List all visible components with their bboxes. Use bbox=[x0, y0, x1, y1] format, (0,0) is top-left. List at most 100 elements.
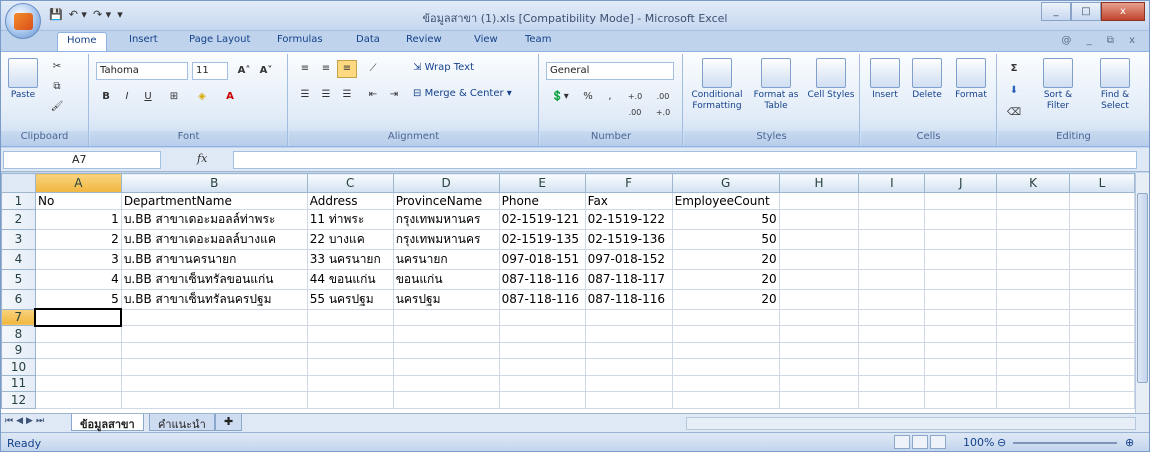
cell-g5[interactable]: 20 bbox=[671, 268, 780, 290]
column-header-a[interactable]: A bbox=[34, 173, 122, 193]
cell-k8[interactable] bbox=[996, 325, 1071, 343]
cell-c6[interactable]: 55 นครปฐม bbox=[306, 288, 394, 310]
cell-c7[interactable] bbox=[306, 308, 394, 326]
zoom-out-icon[interactable]: ⊖ bbox=[997, 436, 1006, 449]
cell-i12[interactable] bbox=[858, 391, 926, 409]
tab-home[interactable]: Home bbox=[57, 32, 107, 52]
cell-e4[interactable]: 097-018-151 bbox=[498, 248, 586, 270]
cell-f9[interactable] bbox=[584, 341, 673, 359]
cell-j11[interactable] bbox=[924, 374, 998, 392]
cell-k10[interactable] bbox=[996, 358, 1071, 376]
cell-d3[interactable]: กรุงเทพมหานคร bbox=[392, 228, 500, 250]
page-break-view-icon[interactable] bbox=[930, 435, 946, 449]
column-header-f[interactable]: F bbox=[584, 173, 673, 193]
cell-k7[interactable] bbox=[996, 308, 1071, 326]
cell-i5[interactable] bbox=[858, 268, 926, 290]
cell-a3[interactable]: 2 bbox=[34, 228, 122, 250]
cell-e5[interactable]: 087-118-116 bbox=[498, 268, 586, 290]
cell-e2[interactable]: 02-1519-121 bbox=[498, 208, 586, 230]
cell-h10[interactable] bbox=[778, 358, 860, 376]
cell-k11[interactable] bbox=[996, 374, 1071, 392]
orientation-icon[interactable]: ⟋ bbox=[363, 60, 383, 78]
cell-k6[interactable] bbox=[996, 288, 1071, 310]
cell-l10[interactable] bbox=[1069, 358, 1135, 376]
format-as-table-button[interactable]: Format as Table bbox=[748, 58, 804, 112]
cell-l3[interactable] bbox=[1069, 228, 1135, 250]
cell-f7[interactable] bbox=[584, 308, 673, 326]
cell-l5[interactable] bbox=[1069, 268, 1135, 290]
cell-g9[interactable] bbox=[671, 341, 780, 359]
align-left-icon[interactable]: ☰ bbox=[295, 86, 315, 104]
cell-c5[interactable]: 44 ขอนแก่น bbox=[306, 268, 394, 290]
cell-j4[interactable] bbox=[924, 248, 998, 270]
cell-c1[interactable]: Address bbox=[306, 192, 394, 210]
cell-b4[interactable]: บ.BB สาขานครนายก bbox=[120, 248, 308, 270]
cell-f3[interactable]: 02-1519-136 bbox=[584, 228, 673, 250]
font-size-select[interactable]: 11 bbox=[192, 62, 228, 80]
cell-i8[interactable] bbox=[858, 325, 926, 343]
cell-b7[interactable] bbox=[120, 308, 308, 326]
cell-j6[interactable] bbox=[924, 288, 998, 310]
cell-h2[interactable] bbox=[778, 208, 860, 230]
bold-button[interactable]: B bbox=[96, 88, 116, 106]
cell-f6[interactable]: 087-118-116 bbox=[584, 288, 673, 310]
cell-i10[interactable] bbox=[858, 358, 926, 376]
cell-j10[interactable] bbox=[924, 358, 998, 376]
decrease-decimal-button[interactable]: .00 +.0 bbox=[650, 88, 676, 117]
insert-function-button[interactable]: fx bbox=[197, 152, 207, 165]
conditional-formatting-button[interactable]: Conditional Formatting bbox=[688, 58, 746, 112]
minimize-button[interactable]: _ bbox=[1041, 2, 1071, 21]
column-header-k[interactable]: K bbox=[996, 173, 1071, 193]
cell-c11[interactable] bbox=[306, 374, 394, 392]
row-header[interactable]: 9 bbox=[1, 341, 36, 359]
underline-button[interactable]: U bbox=[138, 88, 158, 106]
cell-g3[interactable]: 50 bbox=[671, 228, 780, 250]
office-button[interactable] bbox=[5, 3, 41, 39]
cell-g12[interactable] bbox=[671, 391, 780, 409]
font-name-select[interactable]: Tahoma bbox=[96, 62, 188, 80]
insert-cells-button[interactable]: Insert bbox=[865, 58, 905, 101]
cell-k12[interactable] bbox=[996, 391, 1071, 409]
cell-h6[interactable] bbox=[778, 288, 860, 310]
cell-k5[interactable] bbox=[996, 268, 1071, 290]
cell-e9[interactable] bbox=[498, 341, 586, 359]
zoom-slider[interactable] bbox=[1013, 442, 1117, 444]
cell-a11[interactable] bbox=[34, 374, 122, 392]
find-select-button[interactable]: Find & Select bbox=[1088, 58, 1142, 112]
cell-a12[interactable] bbox=[34, 391, 122, 409]
cell-g10[interactable] bbox=[671, 358, 780, 376]
cell-b5[interactable]: บ.BB สาขาเซ็นทรัลขอนแก่น bbox=[120, 268, 308, 290]
cell-g4[interactable]: 20 bbox=[671, 248, 780, 270]
row-header[interactable]: 5 bbox=[1, 268, 36, 290]
help-and-window-controls[interactable]: @ _ ⧉ x bbox=[1061, 35, 1141, 46]
select-all-corner[interactable] bbox=[1, 173, 36, 193]
column-header-g[interactable]: G bbox=[671, 173, 780, 193]
cell-c2[interactable]: 11 ท่าพระ bbox=[306, 208, 394, 230]
cell-g1[interactable]: EmployeeCount bbox=[671, 192, 780, 210]
increase-decimal-button[interactable]: +.0 .00 bbox=[622, 88, 648, 117]
cell-d8[interactable] bbox=[392, 325, 500, 343]
cell-a8[interactable] bbox=[34, 325, 122, 343]
cell-f12[interactable] bbox=[584, 391, 673, 409]
cell-k1[interactable] bbox=[996, 192, 1071, 210]
number-format-select[interactable]: General bbox=[546, 62, 674, 80]
cell-i4[interactable] bbox=[858, 248, 926, 270]
increase-indent-icon[interactable]: ⇥ bbox=[384, 86, 404, 104]
row-header[interactable]: 11 bbox=[1, 374, 36, 392]
cell-k2[interactable] bbox=[996, 208, 1071, 230]
tab-data[interactable]: Data bbox=[356, 34, 380, 45]
wrap-text-button[interactable]: ⇲ Wrap Text bbox=[413, 62, 523, 73]
align-center-icon[interactable]: ☰ bbox=[316, 86, 336, 104]
cell-j5[interactable] bbox=[924, 268, 998, 290]
cell-l8[interactable] bbox=[1069, 325, 1135, 343]
cell-g7[interactable] bbox=[671, 308, 780, 326]
cell-l6[interactable] bbox=[1069, 288, 1135, 310]
cell-e1[interactable]: Phone bbox=[498, 192, 586, 210]
insert-sheet-icon[interactable]: ✚ bbox=[215, 414, 243, 431]
row-header[interactable]: 4 bbox=[1, 248, 36, 270]
tab-review[interactable]: Review bbox=[406, 34, 442, 45]
cell-j8[interactable] bbox=[924, 325, 998, 343]
decrease-indent-icon[interactable]: ⇤ bbox=[363, 86, 383, 104]
row-header[interactable]: 10 bbox=[1, 358, 36, 376]
clear-icon[interactable]: ⌫ bbox=[1004, 104, 1024, 122]
